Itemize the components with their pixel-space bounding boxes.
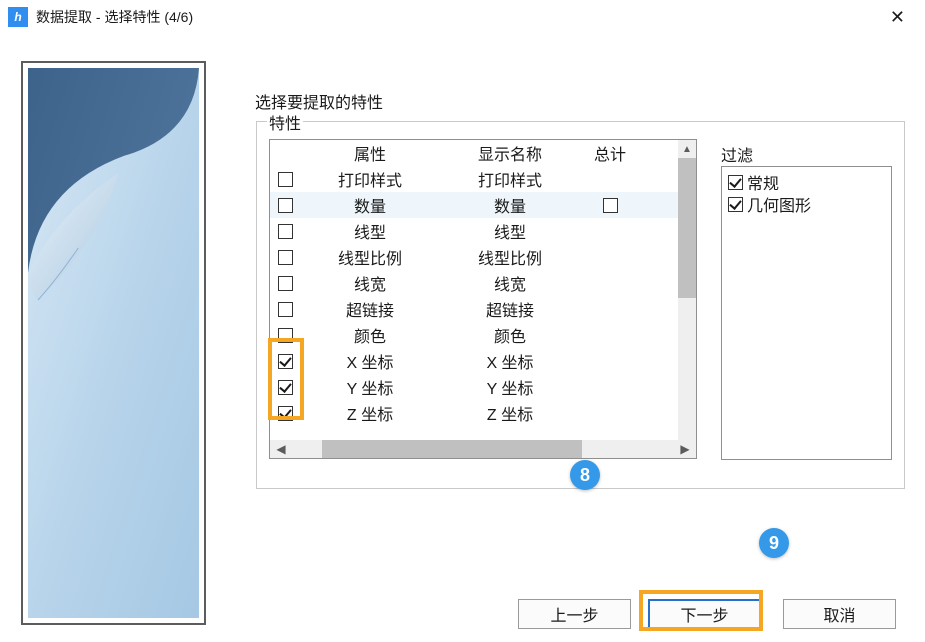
filter-item[interactable]: 常规	[728, 171, 885, 193]
preview-image	[28, 68, 199, 618]
cell-property: 线宽	[300, 271, 440, 295]
cell-display: 打印样式	[440, 167, 580, 191]
app-icon: h	[8, 7, 28, 27]
table-header-row: 属性显示名称总计	[270, 140, 678, 166]
hscroll-thumb[interactable]	[322, 440, 582, 458]
row-checkbox[interactable]	[278, 328, 293, 343]
cell-display: X 坐标	[440, 349, 580, 373]
callout-8: 8	[570, 460, 600, 490]
cell-display: 超链接	[440, 297, 580, 321]
scroll-right-arrow[interactable]: ▶	[674, 442, 696, 456]
col-header-display: 显示名称	[440, 141, 580, 165]
row-checkbox[interactable]	[278, 276, 293, 291]
row-checkbox[interactable]	[278, 198, 293, 213]
properties-group: 特性 属性显示名称总计打印样式打印样式数量数量线型线型线型比例线型比例线宽线宽超…	[256, 121, 905, 489]
table-row[interactable]: 线型比例线型比例	[270, 244, 678, 270]
close-button[interactable]: ✕	[880, 4, 915, 30]
row-checkbox[interactable]	[278, 250, 293, 265]
col-header-property: 属性	[300, 141, 440, 165]
titlebar: h 数据提取 - 选择特性 (4/6) ✕	[0, 0, 925, 34]
cell-display: Z 坐标	[440, 401, 580, 425]
filter-checkbox[interactable]	[728, 197, 743, 212]
cell-property: 线型比例	[300, 245, 440, 269]
cell-display: 线型	[440, 219, 580, 243]
preview-frame	[21, 61, 206, 625]
table-row[interactable]: 打印样式打印样式	[270, 166, 678, 192]
filter-list: 常规几何图形	[721, 166, 892, 460]
row-checkbox[interactable]	[278, 172, 293, 187]
table-row[interactable]: 颜色颜色	[270, 322, 678, 348]
scroll-thumb[interactable]	[678, 158, 696, 298]
cell-property: 颜色	[300, 323, 440, 347]
table-row[interactable]: X 坐标X 坐标	[270, 348, 678, 374]
filter-item[interactable]: 几何图形	[728, 193, 885, 215]
cell-property: 线型	[300, 219, 440, 243]
row-checkbox[interactable]	[278, 302, 293, 317]
cell-property: 打印样式	[300, 167, 440, 191]
row-checkbox[interactable]	[278, 380, 293, 395]
cell-total	[580, 198, 640, 213]
cell-display: 数量	[440, 193, 580, 217]
window-title: 数据提取 - 选择特性 (4/6)	[36, 7, 880, 27]
cell-property: 超链接	[300, 297, 440, 321]
filter-label: 过滤	[721, 142, 753, 166]
properties-group-label: 特性	[267, 110, 303, 134]
total-checkbox[interactable]	[603, 198, 618, 213]
row-checkbox[interactable]	[278, 224, 293, 239]
scroll-up-arrow[interactable]: ▲	[678, 140, 696, 158]
cell-display: 线宽	[440, 271, 580, 295]
properties-table: 属性显示名称总计打印样式打印样式数量数量线型线型线型比例线型比例线宽线宽超链接超…	[269, 139, 697, 459]
table-row[interactable]: Z 坐标Z 坐标	[270, 400, 678, 426]
table-row[interactable]: 线型线型	[270, 218, 678, 244]
filter-item-label: 几何图形	[747, 192, 811, 216]
table-row[interactable]: 数量数量	[270, 192, 678, 218]
cell-property: X 坐标	[300, 349, 440, 373]
table-row[interactable]: Y 坐标Y 坐标	[270, 374, 678, 400]
filter-checkbox[interactable]	[728, 175, 743, 190]
callout-9: 9	[759, 528, 789, 558]
cell-property: Z 坐标	[300, 401, 440, 425]
cell-property: 数量	[300, 193, 440, 217]
cancel-button[interactable]: 取消	[783, 599, 896, 629]
cell-display: Y 坐标	[440, 375, 580, 399]
table-vertical-scrollbar[interactable]: ▲	[678, 140, 696, 440]
table-row[interactable]: 超链接超链接	[270, 296, 678, 322]
cell-property: Y 坐标	[300, 375, 440, 399]
next-button[interactable]: 下一步	[648, 599, 761, 629]
row-checkbox[interactable]	[278, 354, 293, 369]
col-header-total: 总计	[580, 141, 640, 165]
scroll-left-arrow[interactable]: ◀	[270, 442, 292, 456]
table-horizontal-scrollbar[interactable]: ◀ ▶	[270, 440, 696, 458]
prev-button[interactable]: 上一步	[518, 599, 631, 629]
filter-item-label: 常规	[747, 170, 779, 194]
row-checkbox[interactable]	[278, 406, 293, 421]
cell-display: 线型比例	[440, 245, 580, 269]
table-row[interactable]: 线宽线宽	[270, 270, 678, 296]
cell-display: 颜色	[440, 323, 580, 347]
